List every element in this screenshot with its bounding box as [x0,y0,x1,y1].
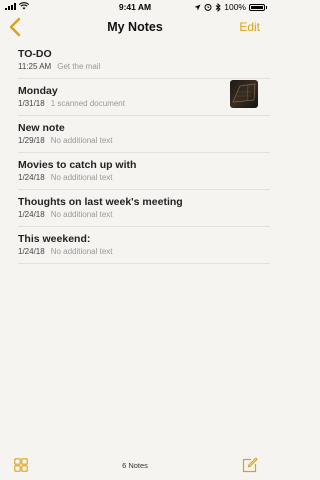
battery-percent: 100% [224,2,246,12]
note-title: TO-DO [18,48,52,60]
note-preview: Get the mail [57,62,101,71]
note-row[interactable]: New note 1/29/18 No additional text [18,116,270,153]
note-date: 1/24/18 [18,247,45,256]
note-title: This weekend: [18,233,91,245]
battery-level [251,5,263,9]
note-preview: No additional text [50,136,113,145]
note-preview: No additional text [50,173,113,182]
note-row[interactable]: Movies to catch up with 1/24/18 No additio… [18,153,270,190]
note-preview: No additional text [50,247,113,256]
note-title: Thoughts on last week's meeting [18,196,183,208]
chevron-left-icon[interactable] [8,17,24,37]
location-icon [194,4,201,10]
edit-button[interactable]: Edit [239,20,260,34]
battery-icon [249,3,267,11]
alarm-icon [204,3,212,11]
note-preview: No additional text [50,210,113,219]
note-list: TO-DO 11:25 AM Get the mail Monday 1/31/18 1 … [0,42,270,264]
note-row[interactable]: TO-DO 11:25 AM Get the mail [18,42,270,79]
note-row[interactable]: Monday 1/31/18 1 scanned document [18,79,270,116]
note-meta: 1/31/18 1 scanned document [18,99,125,108]
note-meta: 1/24/18 No additional text [18,247,113,256]
note-meta: 1/24/18 No additional text [18,210,113,219]
bottom-toolbar: 6 Notes [0,452,270,480]
page-title: My Notes [107,20,163,34]
note-row[interactable]: Thoughts on last week's meeting 1/24/18 No… [18,190,270,227]
note-meta: 11:25 AM Get the mail [18,62,100,71]
note-row[interactable]: This weekend: 1/24/18 No additional text [18,227,270,264]
nav-bar: My Notes Edit [0,14,270,42]
note-count: 6 Notes [122,461,148,470]
note-title: Movies to catch up with [18,159,137,171]
scanned-document-thumbnail [230,80,258,108]
note-meta: 1/24/18 No additional text [18,173,113,182]
note-preview: 1 scanned document [50,99,125,108]
note-date: 1/29/18 [18,136,45,145]
bluetooth-icon [215,2,221,12]
note-title: New note [18,122,65,134]
status-right: 100% [194,2,267,12]
note-date: 11:25 AM [18,62,52,71]
status-bar: 9:41 AM 100% [0,0,270,14]
note-meta: 1/29/18 No additional text [18,136,113,145]
note-date: 1/24/18 [18,210,45,219]
compose-icon[interactable] [242,457,258,473]
note-date: 1/31/18 [18,99,45,108]
note-date: 1/24/18 [18,173,45,182]
note-title: Monday [18,85,58,97]
